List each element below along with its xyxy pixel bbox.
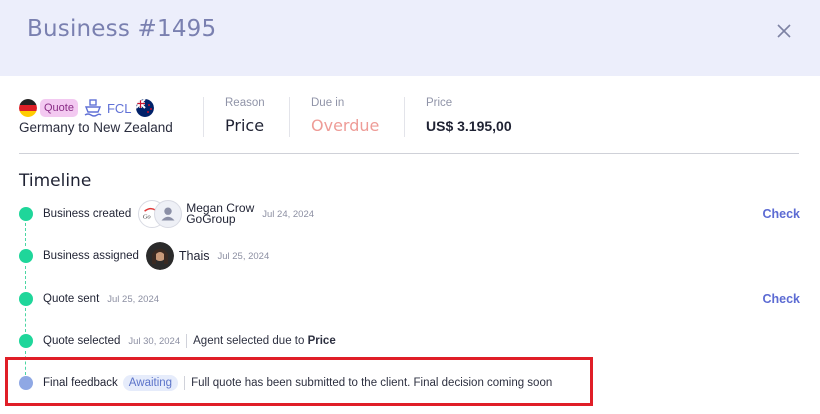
event-date: Jul 25, 2024 (217, 250, 270, 262)
modal-header: Business #1495 (0, 0, 820, 76)
description-reason: Price (307, 335, 336, 347)
status-dot (19, 249, 33, 263)
event-label: Quote sent (43, 293, 100, 305)
timeline-item: Business created Go Megan Crow GoGroup J… (19, 200, 315, 228)
event-date: Jul 24, 2024 (262, 208, 315, 220)
event-label: Business created (43, 208, 132, 220)
separator (186, 334, 188, 348)
person-info: Megan Crow GoGroup (186, 202, 254, 226)
timeline-title: Timeline (19, 171, 92, 191)
highlight-box (5, 357, 593, 406)
due-value: Overdue (311, 116, 380, 135)
timeline-connector (25, 308, 26, 332)
check-link[interactable]: Check (762, 292, 800, 306)
user-avatar-icon (145, 242, 174, 270)
timeline-item: Quote selected Jul 30, 2024 Agent select… (19, 331, 336, 351)
timeline-connector (25, 223, 26, 246)
reason-field: Reason Price (225, 97, 265, 135)
due-label: Due in (311, 97, 345, 109)
event-description: Agent selected due to Price (193, 335, 336, 347)
event-date: Jul 30, 2024 (128, 335, 181, 347)
page-title: Business #1495 (27, 16, 217, 42)
price-value: US$ 3.195,00 (426, 118, 512, 134)
route-text: Germany to New Zealand (19, 120, 173, 135)
svg-text:Go: Go (143, 214, 152, 221)
event-label: Business assigned (43, 250, 139, 262)
new-zealand-flag-icon (135, 99, 154, 117)
ship-icon (84, 99, 102, 117)
assignee: Thais (145, 242, 210, 270)
close-icon[interactable] (771, 18, 797, 44)
price-field: Price US$ 3.195,00 (426, 97, 512, 134)
status-dot (19, 334, 33, 348)
person-company: GoGroup (186, 212, 236, 226)
quote-badge: Quote (40, 99, 78, 117)
check-link[interactable]: Check (762, 207, 800, 221)
event-label: Quote selected (43, 335, 121, 347)
timeline-connector (25, 266, 26, 289)
user-avatar-icon (154, 200, 183, 228)
reason-value: Price (225, 116, 265, 135)
price-label: Price (426, 97, 453, 109)
reason-label: Reason (225, 97, 265, 109)
divider (404, 97, 405, 137)
avatar-group: Go (138, 199, 184, 229)
due-field: Due in Overdue (311, 97, 379, 135)
timeline-item: Quote sent Jul 25, 2024 (19, 289, 159, 309)
person-name: Thais (178, 249, 210, 263)
germany-flag-icon (19, 99, 37, 117)
divider (289, 97, 290, 137)
status-dot (19, 292, 33, 306)
description-text: Agent selected due to (193, 335, 305, 347)
status-dot (19, 207, 33, 221)
mode-label: FCL (106, 100, 132, 116)
divider (203, 97, 204, 137)
section-divider (19, 153, 799, 154)
creator: Go Megan Crow GoGroup (138, 199, 254, 229)
timeline-item: Business assigned Thais Jul 25, 2024 (19, 242, 270, 270)
event-date: Jul 25, 2024 (107, 293, 160, 305)
